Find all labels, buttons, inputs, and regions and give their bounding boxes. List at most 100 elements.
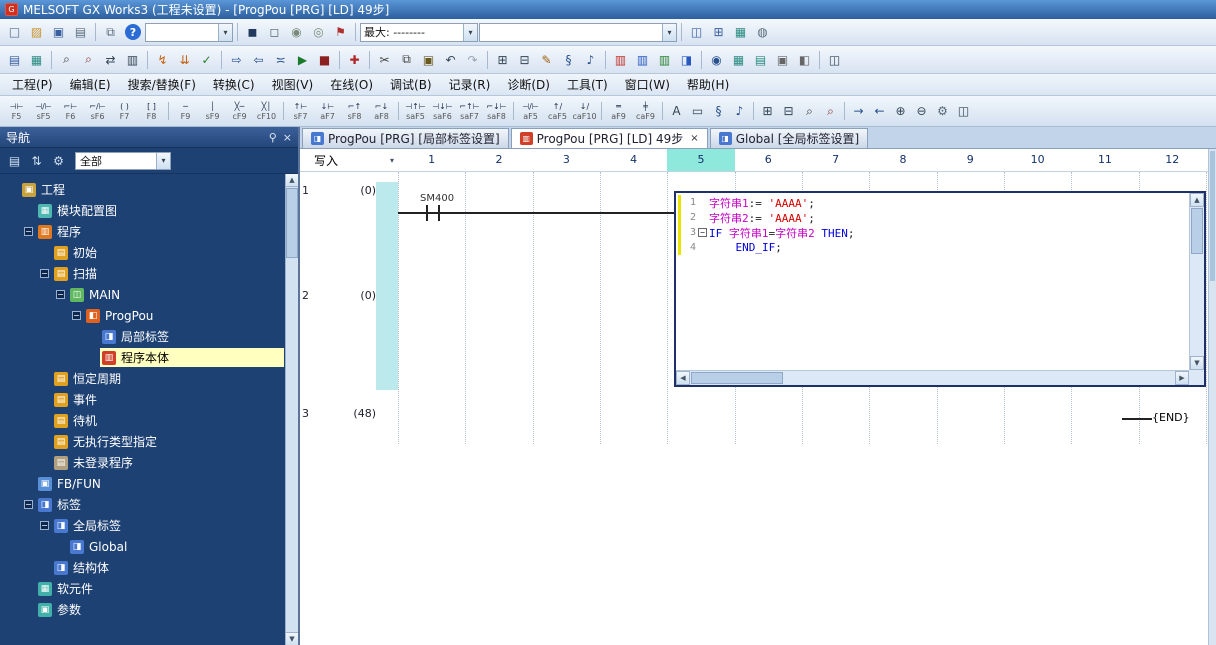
- convert-all-icon[interactable]: ⇊: [174, 49, 195, 70]
- fold-icon[interactable]: −: [698, 228, 707, 237]
- collapse-icon[interactable]: −: [24, 227, 33, 236]
- delete-row-icon[interactable]: ⊟: [514, 49, 535, 70]
- scroll-left-icon[interactable]: ◀: [676, 371, 690, 385]
- menu-recording[interactable]: 记录(R): [441, 74, 499, 95]
- ladder-symbol-aF7-button[interactable]: ↓⊢aF7: [314, 97, 341, 125]
- collapse-icon[interactable]: −: [24, 500, 33, 509]
- help-icon[interactable]: ?: [125, 24, 141, 40]
- simulation-start-icon[interactable]: ◼: [242, 22, 263, 43]
- ladder-symbol-F9-button[interactable]: ─F9: [172, 97, 199, 125]
- copy-screen-icon[interactable]: ⧉: [100, 22, 121, 43]
- ladder-symbol-saF6-button[interactable]: ⊣↓⊢saF6: [429, 97, 456, 125]
- st-code-line[interactable]: 3−IF 字符串1=字符串2 THEN;: [676, 225, 1189, 240]
- display-format-icon[interactable]: ◍: [752, 22, 773, 43]
- menu-view[interactable]: 视图(V): [264, 74, 322, 95]
- zoom-in-icon[interactable]: ⊕: [890, 101, 911, 122]
- collapse-icon[interactable]: −: [40, 269, 49, 278]
- scroll-down-icon[interactable]: ▼: [286, 632, 298, 645]
- edit-note-icon[interactable]: ♪: [580, 49, 601, 70]
- ladder-symbol-caF5-button[interactable]: ↑∕caF5: [544, 97, 571, 125]
- tab-global-label[interactable]: ◨Global [全局标签设置]: [710, 128, 868, 148]
- ladder-symbol-caF9-button[interactable]: ╪caF9: [632, 97, 659, 125]
- ladder-symbol-sF5-button[interactable]: ⊣/⊢sF5: [30, 97, 57, 125]
- tab-progpou-ld[interactable]: ▥ProgPou [PRG] [LD] 49步×: [511, 128, 708, 148]
- device-comment-display-icon[interactable]: ▭: [687, 101, 708, 122]
- tree-item-program-body[interactable]: ▥程序本体: [0, 347, 284, 368]
- tree-item-initial[interactable]: ▤初始: [0, 242, 284, 263]
- open-project-icon[interactable]: ▨: [26, 22, 47, 43]
- sort-order-icon[interactable]: ⇅: [27, 151, 46, 170]
- display-option-icon[interactable]: ⚙: [932, 101, 953, 122]
- tab-progpou-local-label[interactable]: ◨ProgPou [PRG] [局部标签设置]: [302, 128, 509, 148]
- st-code-line[interactable]: 4 END_IF;: [676, 240, 1189, 255]
- st-vertical-scrollbar[interactable]: ▲ ▼: [1189, 193, 1204, 370]
- comment-combo[interactable]: ▾: [479, 23, 677, 42]
- tree-item-fb-fun[interactable]: ▣FB/FUN: [0, 473, 284, 494]
- scroll-up-icon[interactable]: ▲: [1190, 193, 1204, 207]
- tree-item-structure[interactable]: ◨结构体: [0, 557, 284, 578]
- tree-item-module-config[interactable]: ▦模块配置图: [0, 200, 284, 221]
- st-horizontal-scrollbar[interactable]: ◀ ▶: [676, 370, 1189, 385]
- tree-item-project[interactable]: ▣工程: [0, 179, 284, 200]
- ladder-symbol-aF9-button[interactable]: ═aF9: [605, 97, 632, 125]
- nav-filter-dropdown[interactable]: 全部 ▾: [75, 152, 171, 170]
- inline-st-box[interactable]: 1字符串1:= 'AAAA';2字符串2:= 'AAAA';3−IF 字符串1=…: [674, 191, 1206, 387]
- monitor-start-icon[interactable]: ▶: [292, 49, 313, 70]
- chevron-down-icon[interactable]: ▾: [463, 24, 477, 41]
- scroll-right-icon[interactable]: ▶: [1175, 371, 1189, 385]
- jump-back-icon[interactable]: ←: [869, 101, 890, 122]
- simulation-stop-icon[interactable]: ◻: [264, 22, 285, 43]
- ladder-symbol-cF10-button[interactable]: ╳│cF10: [253, 97, 280, 125]
- menu-tool[interactable]: 工具(T): [559, 74, 616, 95]
- menu-diagnostics[interactable]: 诊断(D): [499, 74, 558, 95]
- tree-item-local-label[interactable]: ◨局部标签: [0, 326, 284, 347]
- tree-item-parameter[interactable]: ▣参数: [0, 599, 284, 620]
- menu-online[interactable]: 在线(O): [322, 74, 381, 95]
- st-code-line[interactable]: 2字符串2:= 'AAAA';: [676, 210, 1189, 225]
- tree-item-label[interactable]: −◨标签: [0, 494, 284, 515]
- watch-icon[interactable]: ◉: [706, 49, 727, 70]
- ladder-symbol-caF10-button[interactable]: ↓∕caF10: [571, 97, 598, 125]
- close-tab-icon[interactable]: ×: [690, 133, 698, 144]
- ladder-symbol-saF7-button[interactable]: ⌐↑⊢saF7: [456, 97, 483, 125]
- tree-item-global[interactable]: ◨Global: [0, 536, 284, 557]
- close-panel-icon[interactable]: ×: [283, 131, 292, 144]
- redo-icon[interactable]: ↷: [462, 49, 483, 70]
- zoom-out-icon[interactable]: ⊖: [911, 101, 932, 122]
- gear-icon[interactable]: ⚙: [49, 151, 68, 170]
- undo-icon[interactable]: ↶: [440, 49, 461, 70]
- watch-window-icon[interactable]: ◫: [686, 22, 707, 43]
- toolbar-combo-1[interactable]: ▾: [145, 23, 233, 42]
- menu-edit[interactable]: 编辑(E): [62, 74, 119, 95]
- menu-help[interactable]: 帮助(H): [679, 74, 737, 95]
- check-status-ok-icon[interactable]: ◉: [286, 22, 307, 43]
- edit-comment-icon[interactable]: ✎: [536, 49, 557, 70]
- edit-statement-icon[interactable]: §: [558, 49, 579, 70]
- ladder-symbol-saF8-button[interactable]: ⌐↓⊢saF8: [483, 97, 510, 125]
- tree-item-scan[interactable]: −▤扫描: [0, 263, 284, 284]
- chevron-down-icon[interactable]: ▾: [156, 153, 170, 169]
- search-contact-icon[interactable]: ⌕: [799, 101, 820, 122]
- cross-reference-icon[interactable]: ⇄: [100, 49, 121, 70]
- contact-symbol[interactable]: [438, 205, 440, 221]
- buffer-memory-monitor-icon[interactable]: ▤: [750, 49, 771, 70]
- ladder-symbol-F5-button[interactable]: ⊣⊢F5: [3, 97, 30, 125]
- nav-scrollbar-thumb[interactable]: [286, 188, 298, 258]
- st-lines[interactable]: 1字符串1:= 'AAAA';2字符串2:= 'AAAA';3−IF 字符串1=…: [676, 193, 1189, 370]
- tree-item-event[interactable]: ▤事件: [0, 389, 284, 410]
- read-from-plc-icon[interactable]: ⇦: [248, 49, 269, 70]
- tree-item-progpou[interactable]: −◧ProgPou: [0, 305, 284, 326]
- fbd-editor-icon[interactable]: ▥: [654, 49, 675, 70]
- ladder-symbol-saF5-button[interactable]: ⊣↑⊢saF5: [402, 97, 429, 125]
- convert-icon[interactable]: ↯: [152, 49, 173, 70]
- device-batch-monitor-icon[interactable]: ▦: [728, 49, 749, 70]
- scroll-up-icon[interactable]: ▲: [286, 174, 298, 187]
- chevron-down-icon[interactable]: ▾: [390, 156, 394, 165]
- window-display-icon[interactable]: ◫: [953, 101, 974, 122]
- collapse-icon[interactable]: −: [72, 311, 81, 320]
- ladder-symbol-sF8-button[interactable]: ⌐↑sF8: [341, 97, 368, 125]
- nav-scrollbar[interactable]: ▲ ▼: [285, 174, 298, 645]
- pin-icon[interactable]: ⚲: [269, 131, 277, 144]
- tree-item-main[interactable]: −◫MAIN: [0, 284, 284, 305]
- ladder-scrollbar[interactable]: [1208, 149, 1216, 645]
